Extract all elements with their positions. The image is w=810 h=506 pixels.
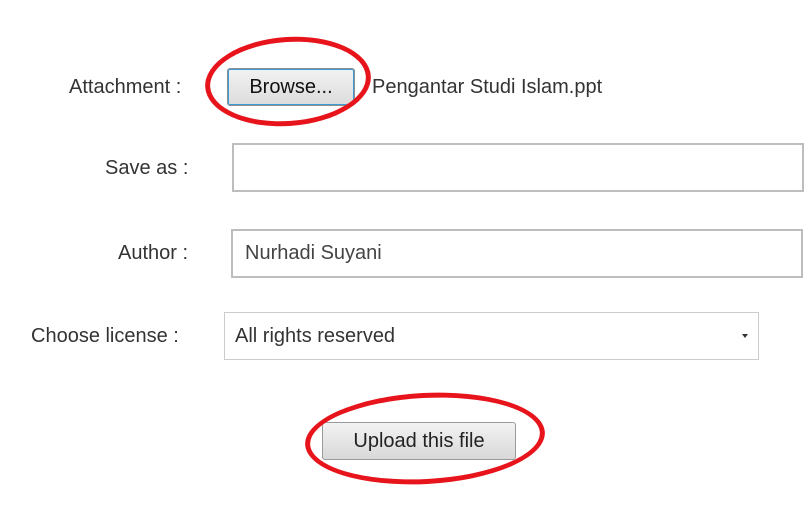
chevron-down-icon xyxy=(742,334,748,338)
upload-file-button[interactable]: Upload this file xyxy=(322,422,516,460)
save-as-label: Save as : xyxy=(105,157,189,179)
attachment-label: Attachment : xyxy=(69,76,182,98)
license-selected-value: All rights reserved xyxy=(235,324,396,347)
selected-file-name: Pengantar Studi Islam.ppt xyxy=(372,76,603,98)
browse-button[interactable]: Browse... xyxy=(227,68,355,106)
license-label: Choose license : xyxy=(31,325,179,347)
author-input[interactable] xyxy=(231,229,803,278)
license-select[interactable]: All rights reserved xyxy=(224,312,759,360)
author-label: Author : xyxy=(118,242,189,264)
upload-form: Attachment : Browse... Pengantar Studi I… xyxy=(0,0,810,506)
save-as-input[interactable] xyxy=(232,143,804,192)
